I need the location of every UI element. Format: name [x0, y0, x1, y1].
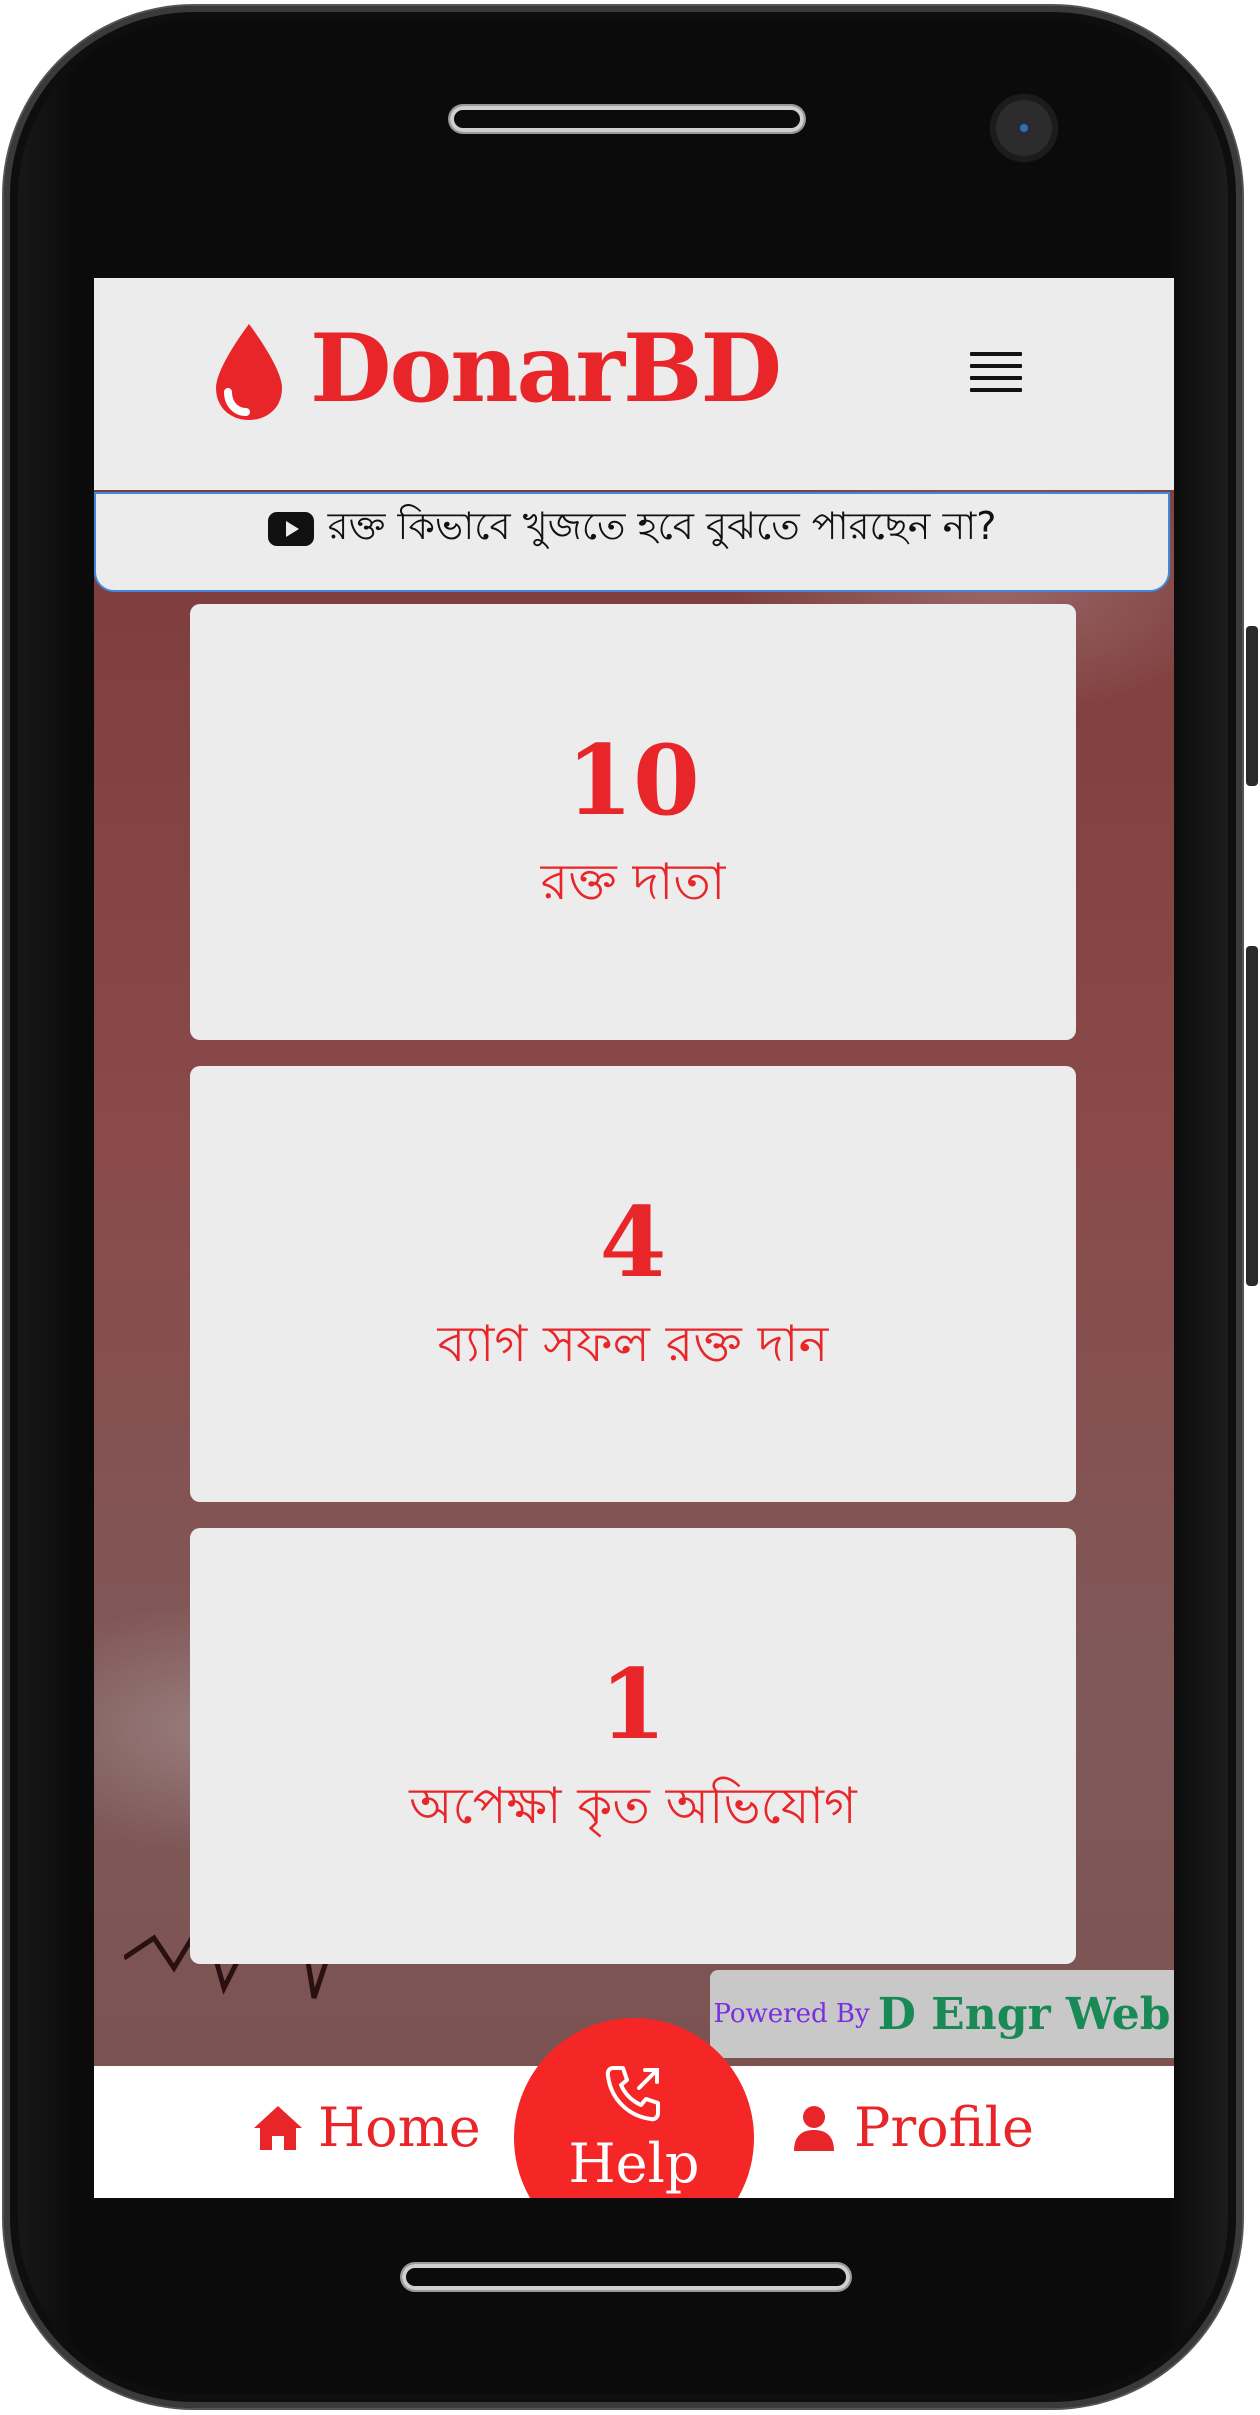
stat-value: 4: [599, 1185, 667, 1299]
bottom-speaker: [402, 2264, 850, 2290]
brand-logo-text[interactable]: DonarBD: [310, 314, 782, 424]
user-icon: [794, 2105, 834, 2151]
home-icon: [254, 2105, 302, 2150]
banner-text: রক্ত কিভাবে খুজতে হবে বুঝতে পারছেন না?: [327, 504, 997, 548]
volume-button: [1246, 946, 1258, 1286]
app-screen: DonarBD রক্ত কিভাবে খুজতে হবে বুঝতে পারছ…: [94, 278, 1174, 2198]
nav-home-button[interactable]: Home: [252, 2096, 481, 2159]
nav-profile-button[interactable]: Profile: [792, 2096, 1034, 2159]
powered-by-badge[interactable]: Powered By D Engr Web: [710, 1970, 1174, 2058]
hamburger-menu-icon[interactable]: [970, 352, 1022, 398]
powered-by-name: D Engr Web: [877, 1988, 1171, 2040]
stat-card-donations: 4 ব্যাগ সফল রক্ত দান: [190, 1066, 1076, 1502]
front-camera: [990, 94, 1058, 162]
youtube-icon: [267, 512, 314, 546]
help-video-banner[interactable]: রক্ত কিভাবে খুজতে হবে বুঝতে পারছেন না?: [94, 492, 1170, 592]
powered-by-prefix: Powered By: [713, 1999, 870, 2029]
earpiece-speaker: [450, 106, 804, 132]
stat-label: অপেক্ষা কৃত অভিযোগ: [409, 1776, 857, 1835]
phone-call-icon: [605, 2066, 660, 2122]
stat-label: রক্ত দাতা: [540, 852, 726, 911]
help-label: Help: [568, 2132, 700, 2195]
stat-value: 1: [599, 1647, 667, 1761]
app-header: DonarBD: [94, 278, 1174, 490]
stat-label: ব্যাগ সফল রক্ত দান: [437, 1314, 829, 1373]
stat-value: 10: [566, 723, 700, 837]
power-button: [1246, 626, 1258, 786]
phone-frame: DonarBD রক্ত কিভাবে খুজতে হবে বুঝতে পারছ…: [4, 6, 1258, 2408]
stat-card-donors: 10 রক্ত দাতা: [190, 604, 1076, 1040]
stat-card-complaints: 1 অপেক্ষা কৃত অভিযোগ: [190, 1528, 1076, 1964]
nav-profile-label: Profile: [854, 2096, 1034, 2159]
nav-home-label: Home: [318, 2096, 481, 2159]
blood-drop-icon: [216, 324, 282, 420]
